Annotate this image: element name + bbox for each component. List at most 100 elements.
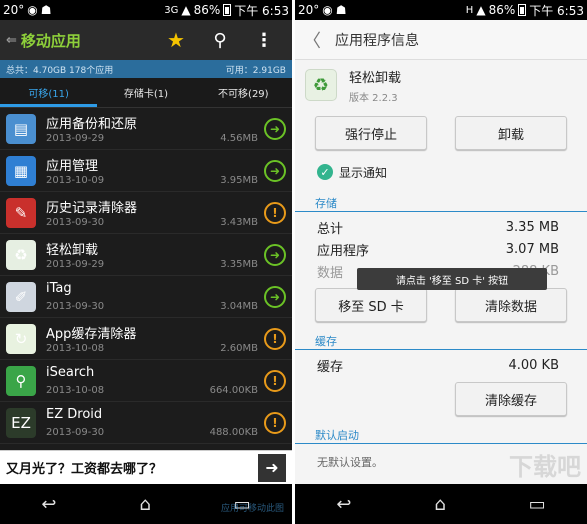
app-version: 版本 2.2.3 bbox=[349, 92, 398, 104]
app-date: 2013-09-29 bbox=[46, 258, 105, 270]
ad-text: 又月光了？工资都去哪了？ bbox=[6, 462, 163, 477]
ez-droid-icon: EZ bbox=[6, 407, 36, 438]
row-label: 数据 bbox=[317, 265, 344, 281]
storage-total-row: 总计 3.35 MB bbox=[295, 216, 587, 238]
app-date: 2013-09-30 bbox=[46, 300, 105, 312]
nav-home-icon[interactable]: ⌂ bbox=[434, 494, 445, 515]
recycle-icon: ♻ bbox=[6, 239, 36, 270]
nav-recents-icon[interactable]: ▭ bbox=[529, 494, 546, 515]
back-icon[interactable]: ⇐ bbox=[6, 33, 17, 48]
app-info: iSearch 2013-10-08 664.00KB bbox=[46, 360, 264, 402]
temperature: 20° bbox=[3, 3, 25, 17]
nav-home-icon[interactable]: ⌂ bbox=[139, 494, 150, 515]
toast-message: 请点击 '移至 SD 卡' 按钮 bbox=[357, 268, 547, 290]
app-date: 2013-10-08 bbox=[46, 384, 105, 396]
watermark: 下载吧 bbox=[509, 453, 581, 481]
warning-icon[interactable]: ! bbox=[264, 411, 286, 434]
move-arrow-icon[interactable]: ➜ bbox=[264, 243, 286, 266]
app-list-item[interactable]: ✐ iTag 2013-09-30 3.04MB ➜ bbox=[0, 276, 292, 318]
history-eraser-icon: ✎ bbox=[6, 197, 36, 228]
app-name: 轻松卸载 bbox=[349, 70, 402, 86]
move-to-sd-button[interactable]: 移至 SD 卡 bbox=[315, 288, 427, 322]
row-value: 3.35 MB bbox=[505, 219, 559, 235]
app-name: 应用管理 bbox=[46, 158, 99, 174]
tab-movable[interactable]: 可移(11) bbox=[0, 78, 98, 107]
available-storage: 可用：2.91GB bbox=[225, 65, 286, 76]
app-list-item[interactable]: ✎ 历史记录清除器 2013-09-30 3.43MB! bbox=[0, 192, 292, 234]
app-size: 3.35MB bbox=[220, 258, 258, 270]
warning-icon[interactable]: ! bbox=[264, 369, 286, 392]
ad-banner[interactable]: 又月光了？工资都去哪了？ ➜ bbox=[0, 450, 292, 484]
app-name: EZ Droid bbox=[46, 406, 103, 422]
search-app-icon: ⚲ bbox=[6, 365, 36, 396]
clear-cache-button[interactable]: 清除缓存 bbox=[455, 382, 567, 416]
app-size: 3.04MB bbox=[220, 300, 258, 312]
left-phone: 20° ◉ ☗ 3G ▲ 86% 下午 6:53 ⇐ 移动应用 ★ ⚲ ⋮ 总共… bbox=[0, 0, 292, 524]
app-size: 3.43MB bbox=[220, 216, 258, 228]
app-list-item[interactable]: ▤ 应用备份和还原 2013-09-29 4.56MB ➜ bbox=[0, 108, 292, 150]
signal-type: H bbox=[465, 4, 474, 16]
star-icon[interactable]: ★ bbox=[154, 28, 198, 52]
nav-back-icon[interactable]: ↩ bbox=[41, 494, 56, 515]
nav-back-icon[interactable]: ↩ bbox=[336, 494, 351, 515]
default-launch-section-title: 默认启动 bbox=[295, 422, 587, 444]
tab-bar: 可移(11) 存储卡(1) 不可移(29) bbox=[0, 78, 292, 108]
app-list-item[interactable]: ▦ 应用管理 2013-10-09 3.95MB ➜ bbox=[0, 150, 292, 192]
action-buttons: 强行停止 卸载 bbox=[295, 116, 587, 150]
clear-data-button[interactable]: 清除数据 bbox=[455, 288, 567, 322]
app-size: 664.00KB bbox=[209, 384, 258, 396]
app-size: 3.95MB bbox=[220, 174, 258, 186]
uninstall-button[interactable]: 卸载 bbox=[455, 116, 567, 150]
app-info: App缓存清除器 2013-10-08 2.60MB bbox=[46, 318, 264, 360]
app-size: 488.00KB bbox=[209, 426, 258, 438]
signal-icon: ▲ bbox=[476, 3, 486, 17]
app-size: 2.60MB bbox=[220, 342, 258, 354]
app-info-header: 〈 应用程序信息 bbox=[295, 20, 587, 60]
show-notifications-label: 显示通知 bbox=[339, 165, 388, 180]
app-date: 2013-10-08 bbox=[46, 342, 105, 354]
ad-arrow-button[interactable]: ➜ bbox=[258, 453, 286, 482]
app-date: 2013-09-30 bbox=[46, 216, 105, 228]
more-menu-icon[interactable]: ⋮ bbox=[242, 30, 286, 51]
tab-sd-card[interactable]: 存储卡(1) bbox=[97, 78, 194, 107]
app-list-item[interactable]: EZ EZ Droid 2013-09-30 488.00KB! bbox=[0, 402, 292, 444]
force-stop-button[interactable]: 强行停止 bbox=[315, 116, 427, 150]
app-info: 历史记录清除器 2013-09-30 3.43MB bbox=[46, 192, 264, 234]
clock: 下午 6:53 bbox=[234, 3, 289, 18]
app-date: 2013-09-29 bbox=[46, 132, 105, 144]
app-list-item[interactable]: ♻ 轻松卸载 2013-09-29 3.35MB ➜ bbox=[0, 234, 292, 276]
storage-app-row: 应用程序 3.07 MB bbox=[295, 238, 587, 260]
app-date: 2013-10-09 bbox=[46, 174, 105, 186]
app-manager-icon: ▦ bbox=[6, 155, 36, 186]
row-label: 缓存 bbox=[317, 359, 344, 375]
move-arrow-icon[interactable]: ➜ bbox=[264, 285, 286, 308]
recycle-icon: ♻ bbox=[305, 69, 337, 101]
app-list-item[interactable]: ⚲ iSearch 2013-10-08 664.00KB! bbox=[0, 360, 292, 402]
page-title: 移动应用 bbox=[20, 31, 81, 50]
cache-section-title: 缓存 bbox=[295, 328, 587, 350]
back-icon[interactable]: 〈 bbox=[303, 27, 321, 53]
show-notifications-checkbox[interactable]: ✓ 显示通知 bbox=[295, 160, 587, 184]
cache-cleaner-icon: ↻ bbox=[6, 323, 36, 354]
search-icon[interactable]: ⚲ bbox=[198, 30, 242, 51]
warning-icon[interactable]: ! bbox=[264, 327, 286, 350]
storage-buttons: 移至 SD 卡 清除数据 bbox=[295, 288, 587, 322]
move-arrow-icon[interactable]: ➜ bbox=[264, 117, 286, 140]
globe-icon: ◉ bbox=[27, 3, 38, 17]
row-value: 4.00 KB bbox=[508, 357, 559, 373]
app-info: EZ Droid 2013-09-30 488.00KB bbox=[46, 402, 264, 444]
tab-not-movable[interactable]: 不可移(29) bbox=[195, 78, 292, 107]
screenshot: 20° ◉ ☗ 3G ▲ 86% 下午 6:53 ⇐ 移动应用 ★ ⚲ ⋮ 总共… bbox=[0, 0, 587, 524]
warning-icon[interactable]: ! bbox=[264, 201, 286, 224]
total-storage: 总共：4.70GB 178个应用 bbox=[6, 65, 114, 76]
cache-row: 缓存 4.00 KB bbox=[295, 354, 587, 376]
android-icon: ☗ bbox=[40, 3, 52, 17]
app-list-item[interactable]: ↻ App缓存清除器 2013-10-08 2.60MB! bbox=[0, 318, 292, 360]
status-bar: 20° ◉ ☗ H ▲ 86% 下午 6:53 bbox=[295, 0, 587, 20]
app-name: App缓存清除器 bbox=[46, 326, 137, 342]
row-value: 3.07 MB bbox=[505, 241, 559, 257]
app-info: 应用管理 2013-10-09 3.95MB bbox=[46, 150, 264, 192]
storage-summary: 总共：4.70GB 178个应用 可用：2.91GB bbox=[0, 60, 292, 78]
android-icon: ☗ bbox=[335, 3, 347, 17]
move-arrow-icon[interactable]: ➜ bbox=[264, 159, 286, 182]
